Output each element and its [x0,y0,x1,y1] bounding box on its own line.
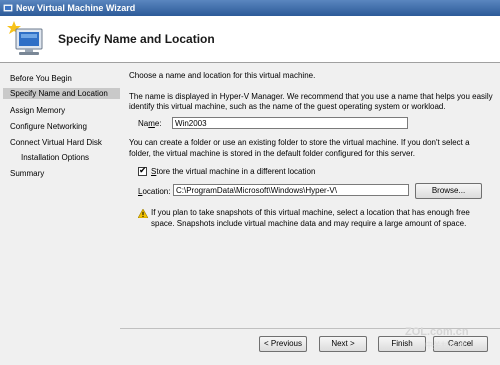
name-label-part: Na [138,119,149,128]
snapshot-warning-line-1: If you plan to take snapshots of this vi… [151,208,470,217]
store-label-text: tore the virtual machine in a different … [156,167,316,176]
store-location-label[interactable]: Store the virtual machine in a different… [151,167,315,176]
name-description-line-2: identify this virtual machine, such as t… [129,102,446,111]
name-description-line-1: The name is displayed in Hyper-V Manager… [129,92,493,101]
title-bar[interactable]: New Virtual Machine Wizard [0,0,500,16]
wizard-header: Specify Name and Location [0,16,500,63]
location-label: Location: [138,187,170,196]
browse-button[interactable]: Browse... [415,183,482,199]
page-title: Specify Name and Location [58,32,215,46]
wizard-window: New Virtual Machine Wizard Specify Name … [0,0,500,365]
sidebar-item-before-you-begin[interactable]: Before You Begin [10,74,72,83]
folder-description-line-1: You can create a folder or use an existi… [129,138,470,147]
name-input[interactable] [172,117,408,129]
window-title: New Virtual Machine Wizard [16,3,136,13]
store-location-checkbox[interactable]: ✔ [138,165,147,176]
snapshot-warning-line-2: space. Snapshots include virtual machine… [151,219,467,228]
next-button[interactable]: Next > [319,336,367,352]
name-label-part: e: [154,119,162,128]
sidebar-item-summary[interactable]: Summary [10,169,44,178]
location-input[interactable] [173,184,409,196]
sidebar-item-installation-options[interactable]: Installation Options [21,153,89,162]
watermark-logo: ZOL.com.cn [405,326,469,338]
checkmark-icon: ✔ [139,165,147,175]
virtual-machine-wizard-icon [7,21,43,55]
wizard-steps-sidebar: Before You Begin Specify Name and Locati… [0,63,120,365]
watermark-subtext: 中关村在线 [425,341,465,350]
sidebar-item-connect-virtual-hard-disk[interactable]: Connect Virtual Hard Disk [10,138,102,147]
sidebar-item-specify-name-and-location[interactable]: Specify Name and Location [3,88,120,99]
hyper-v-app-icon [3,4,13,12]
sidebar-item-assign-memory[interactable]: Assign Memory [10,106,65,115]
name-label-accelerator: m [148,119,155,128]
sidebar-item-configure-networking[interactable]: Configure Networking [10,122,87,131]
intro-text: Choose a name and location for this virt… [129,71,316,80]
finish-button[interactable]: Finish [378,336,426,352]
name-label: Name: [138,119,162,128]
location-label-text: ocation: [142,187,171,196]
wizard-content: Choose a name and location for this virt… [120,63,500,328]
folder-description-line-2: folder, the virtual machine is stored in… [129,149,415,158]
warning-icon [138,209,148,218]
previous-button[interactable]: < Previous [259,336,307,352]
